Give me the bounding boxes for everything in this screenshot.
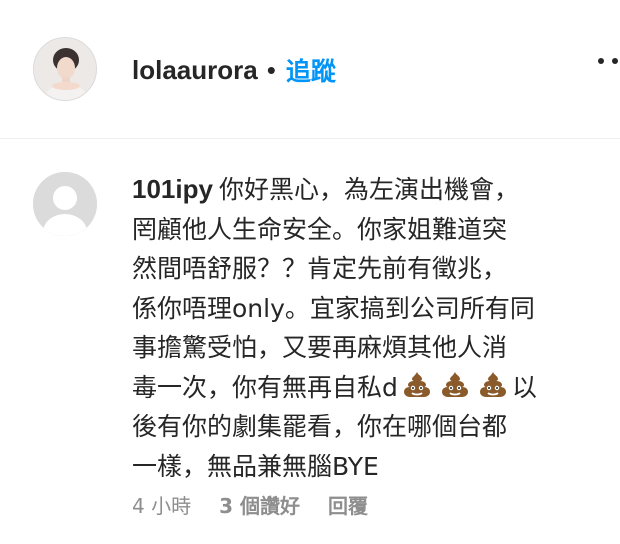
default-avatar-icon [33, 172, 97, 236]
comment-line: 一樣，無品兼無腦BYE [132, 451, 379, 481]
more-dot [612, 58, 618, 64]
pile-of-poo-icon [403, 371, 430, 397]
comment-likes-count[interactable]: 3 個讚好 [219, 490, 300, 519]
comment-line: 後有你的劇集罷看，你在哪個台都 [132, 412, 508, 441]
comment-line: 101ipy 你好黑心，為左演出機會， [132, 170, 602, 210]
profile-avatar[interactable] [33, 37, 97, 101]
comment-line: 事擔驚受怕，又要再麻煩其他人消 [132, 333, 508, 362]
more-options-icon[interactable] [598, 58, 618, 64]
more-dot [598, 58, 604, 64]
profile-photo [34, 38, 96, 100]
comment-username[interactable]: 101ipy [132, 174, 213, 204]
post-header: lolaaurora • 追蹤 [0, 0, 620, 139]
username[interactable]: lolaaurora [132, 55, 258, 86]
comment-line: 然間唔舒服？？肯定先前有徵兆， [132, 254, 508, 283]
follow-button[interactable]: 追蹤 [286, 52, 336, 88]
separator-dot: • [266, 54, 276, 85]
reply-button[interactable]: 回覆 [328, 490, 368, 519]
comment-text: 101ipy 你好黑心，為左演出機會， 罔顧他人生命安全。你家姐難道突 然間唔舒服… [132, 170, 602, 486]
comment-line: 毒一次，你有無再自私d 以 [132, 368, 602, 408]
comment-line-text: 毒一次，你有無再自私d [132, 372, 398, 402]
commenter-avatar[interactable] [33, 172, 97, 236]
comment-line: 係你唔理only。宜家搞到公司所有同 [132, 293, 535, 323]
comment-line-text: 你好黑心，為左演出機會， [218, 175, 519, 204]
comment-line-text: 以 [511, 372, 537, 402]
comment-meta: 4 小時 3 個讚好 回覆 [132, 490, 368, 519]
comment-timestamp[interactable]: 4 小時 [132, 490, 191, 519]
pile-of-poo-icon [479, 371, 506, 397]
pile-of-poo-icon [441, 371, 468, 397]
header-name-row: lolaaurora • 追蹤 [132, 50, 336, 90]
comment-line: 罔顧他人生命安全。你家姐難道突 [132, 214, 508, 244]
